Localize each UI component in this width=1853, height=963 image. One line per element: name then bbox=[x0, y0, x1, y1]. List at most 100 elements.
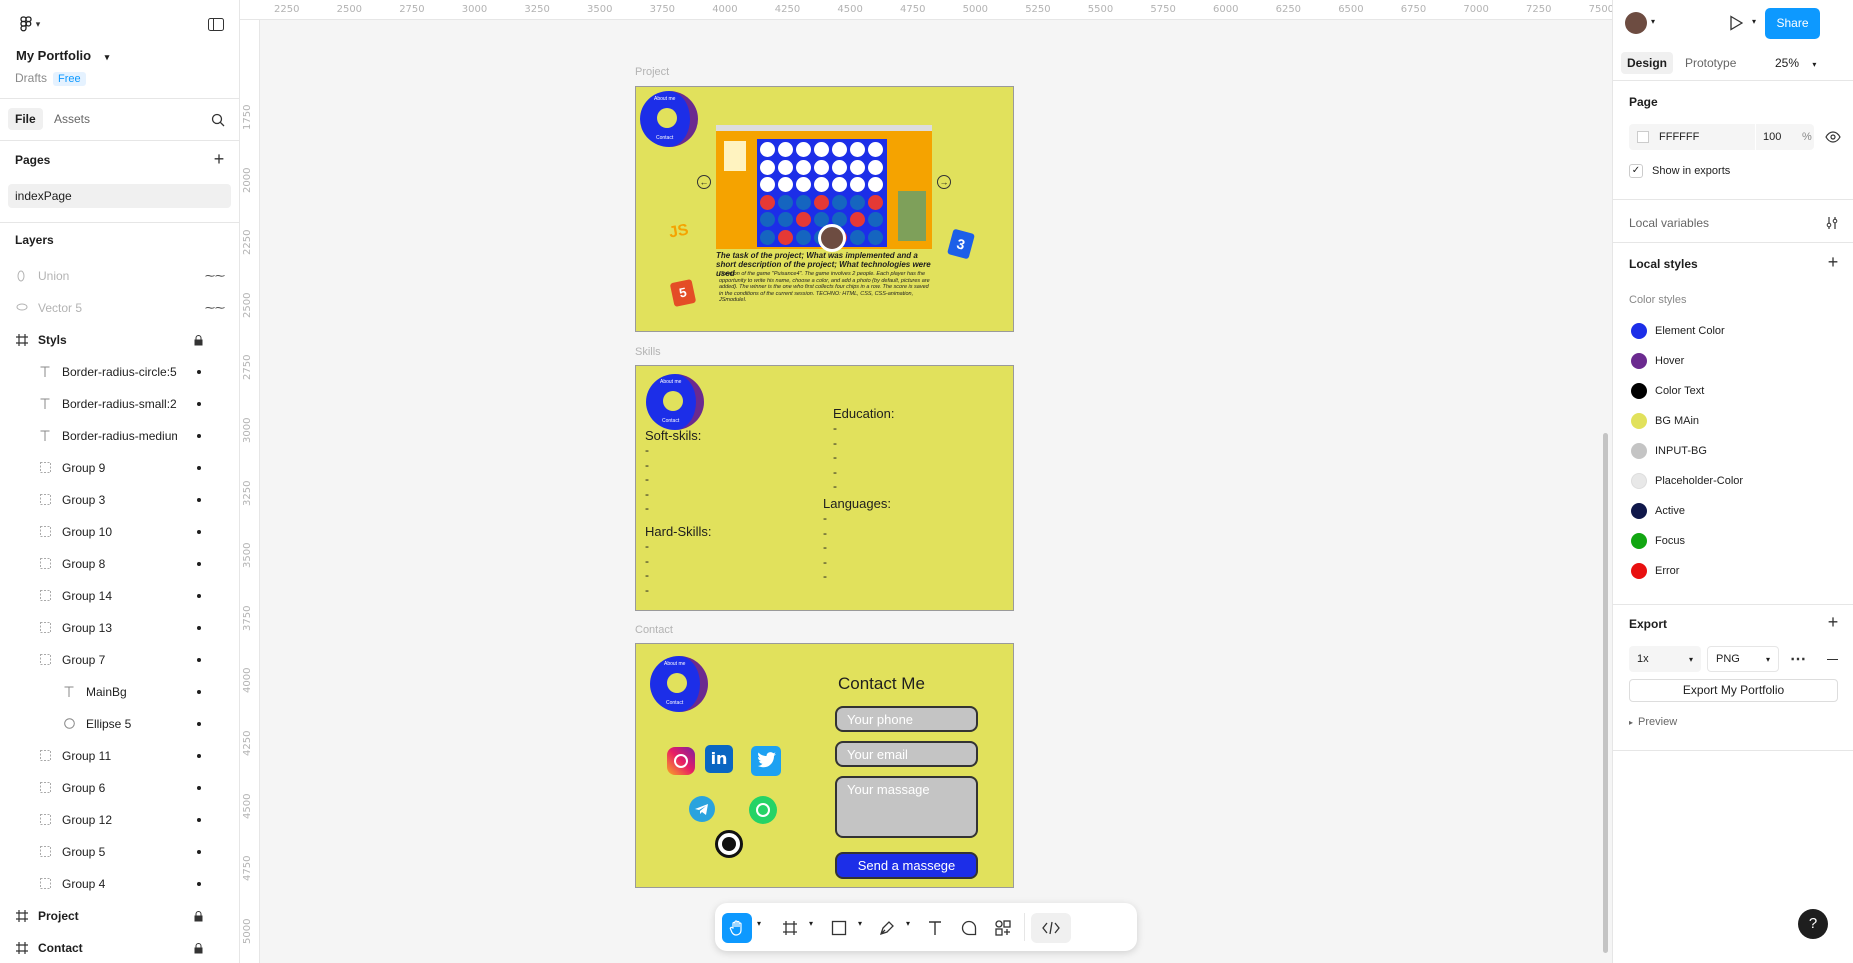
layer-item[interactable]: Group 3 bbox=[0, 484, 239, 516]
layer-item[interactable]: Group 10 bbox=[0, 516, 239, 548]
chevron-down-icon[interactable]: ▾ bbox=[1752, 17, 1756, 26]
visibility-dot-icon[interactable] bbox=[197, 530, 201, 534]
layer-item[interactable]: Group 13 bbox=[0, 612, 239, 644]
visibility-dot-icon[interactable] bbox=[197, 562, 201, 566]
color-style-item[interactable]: Hover bbox=[1613, 346, 1853, 376]
comment-tool-button[interactable] bbox=[954, 913, 984, 943]
visibility-toggle[interactable] bbox=[1824, 129, 1842, 145]
frame-label-project[interactable]: Project bbox=[635, 66, 669, 78]
chevron-down-icon[interactable]: ▾ bbox=[809, 919, 813, 928]
color-style-item[interactable]: Focus bbox=[1613, 526, 1853, 556]
lock-icon[interactable] bbox=[194, 910, 203, 922]
toggle-sidebar-button[interactable] bbox=[204, 14, 228, 34]
nav-circle[interactable]: About me Contact bbox=[640, 91, 698, 147]
export-button[interactable]: Export My Portfolio bbox=[1629, 679, 1838, 702]
color-style-item[interactable]: Error bbox=[1613, 556, 1853, 586]
hidden-eye-icon[interactable]: ⁓⁓ bbox=[205, 271, 225, 282]
color-style-item[interactable]: Element Color bbox=[1613, 316, 1853, 346]
remove-export-button[interactable] bbox=[1821, 648, 1843, 670]
frame-contact[interactable]: About me Contact in Contact Me Your phon… bbox=[635, 643, 1014, 888]
color-style-item[interactable]: INPUT-BG bbox=[1613, 436, 1853, 466]
layer-item[interactable]: Border-radius-small:20p bbox=[0, 388, 239, 420]
tab-prototype[interactable]: Prototype bbox=[1685, 56, 1736, 70]
chevron-down-icon[interactable]: ▾ bbox=[1651, 17, 1655, 26]
present-button[interactable] bbox=[1726, 13, 1746, 33]
canvas[interactable]: 2250 2500 2750 3000 3250 3500 3750 4000 4250 4500… bbox=[240, 0, 1612, 963]
layer-item[interactable]: Group 12 bbox=[0, 804, 239, 836]
lock-icon[interactable] bbox=[194, 942, 203, 954]
layer-item[interactable]: Vector 5 ⁓⁓ bbox=[0, 292, 239, 324]
text-tool-button[interactable] bbox=[920, 913, 950, 943]
share-button[interactable]: Share bbox=[1765, 8, 1820, 39]
visibility-dot-icon[interactable] bbox=[197, 594, 201, 598]
visibility-dot-icon[interactable] bbox=[197, 690, 201, 694]
telegram-icon[interactable] bbox=[689, 796, 715, 822]
drafts-link[interactable]: Drafts bbox=[15, 71, 47, 85]
page-opacity-value[interactable]: 100 bbox=[1763, 131, 1781, 143]
color-style-item[interactable]: Color Text bbox=[1613, 376, 1853, 406]
instagram-icon[interactable] bbox=[667, 747, 695, 775]
nav-contact[interactable]: Contact bbox=[656, 135, 673, 141]
layer-item[interactable]: Group 14 bbox=[0, 580, 239, 612]
layer-item[interactable]: Ellipse 5 bbox=[0, 708, 239, 740]
page-item-indexpage[interactable]: indexPage bbox=[8, 184, 231, 208]
tab-assets[interactable]: Assets bbox=[54, 112, 90, 126]
pen-tool-button[interactable] bbox=[872, 913, 902, 943]
layer-item[interactable]: Border-radius-circle:50% bbox=[0, 356, 239, 388]
canvas-scrollbar[interactable] bbox=[1603, 433, 1608, 953]
email-field[interactable]: Your email bbox=[835, 741, 978, 767]
user-avatar[interactable] bbox=[1625, 12, 1647, 34]
send-button[interactable]: Send a massege bbox=[835, 852, 978, 879]
layer-item[interactable]: Contact bbox=[0, 932, 239, 963]
add-export-button[interactable]: + bbox=[1824, 612, 1842, 632]
visibility-dot-icon[interactable] bbox=[197, 498, 201, 502]
carousel-prev-icon[interactable]: ← bbox=[697, 175, 711, 189]
visibility-dot-icon[interactable] bbox=[197, 754, 201, 758]
visibility-dot-icon[interactable] bbox=[197, 786, 201, 790]
message-field[interactable]: Your massage bbox=[835, 776, 978, 838]
help-button[interactable]: ? bbox=[1798, 909, 1828, 939]
page-color-field[interactable]: FFFFFF 100 % bbox=[1629, 124, 1814, 150]
tab-design[interactable]: Design bbox=[1621, 52, 1674, 74]
layer-item[interactable]: Group 9 bbox=[0, 452, 239, 484]
twitter-icon[interactable] bbox=[751, 746, 781, 776]
layer-item[interactable]: Group 4 bbox=[0, 868, 239, 900]
visibility-dot-icon[interactable] bbox=[197, 818, 201, 822]
layer-item[interactable]: Group 6 bbox=[0, 772, 239, 804]
visibility-dot-icon[interactable] bbox=[197, 434, 201, 438]
search-button[interactable] bbox=[208, 110, 228, 130]
export-scale-select[interactable]: 1x ▾ bbox=[1629, 646, 1701, 672]
show-in-exports-checkbox[interactable]: ✓ bbox=[1629, 164, 1643, 178]
phone-field[interactable]: Your phone bbox=[835, 706, 978, 732]
add-page-button[interactable]: + bbox=[210, 149, 228, 169]
nav-about[interactable]: About me bbox=[664, 661, 685, 667]
chevron-down-icon[interactable]: ▾ bbox=[906, 919, 910, 928]
visibility-dot-icon[interactable] bbox=[197, 722, 201, 726]
nav-circle[interactable]: About me Contact bbox=[650, 656, 708, 712]
chevron-down-icon[interactable]: ▾ bbox=[858, 919, 862, 928]
carousel-next-icon[interactable]: → bbox=[937, 175, 951, 189]
frame-label-skills[interactable]: Skills bbox=[635, 346, 661, 358]
color-style-item[interactable]: Active bbox=[1613, 496, 1853, 526]
tab-file[interactable]: File bbox=[8, 108, 43, 130]
linkedin-icon[interactable]: in bbox=[705, 745, 733, 773]
dev-mode-toggle[interactable] bbox=[1031, 913, 1071, 943]
add-style-button[interactable]: + bbox=[1824, 252, 1842, 272]
layer-item[interactable]: Group 11 bbox=[0, 740, 239, 772]
visibility-dot-icon[interactable] bbox=[197, 370, 201, 374]
nav-circle[interactable]: About me Contact bbox=[646, 374, 704, 430]
whatsapp-icon[interactable] bbox=[749, 796, 777, 824]
layer-item[interactable]: Project bbox=[0, 900, 239, 932]
github-icon[interactable] bbox=[715, 830, 743, 858]
lock-icon[interactable] bbox=[194, 334, 203, 346]
frame-project[interactable]: About me Contact ← → JS 3 5 The task of … bbox=[635, 86, 1014, 332]
layer-item[interactable]: Group 7 bbox=[0, 644, 239, 676]
nav-about[interactable]: About me bbox=[654, 96, 675, 102]
visibility-dot-icon[interactable] bbox=[197, 626, 201, 630]
visibility-dot-icon[interactable] bbox=[197, 466, 201, 470]
nav-contact[interactable]: Contact bbox=[666, 700, 683, 706]
visibility-dot-icon[interactable] bbox=[197, 402, 201, 406]
variables-settings-button[interactable] bbox=[1823, 214, 1841, 232]
frame-label-contact[interactable]: Contact bbox=[635, 624, 673, 636]
nav-contact[interactable]: Contact bbox=[662, 418, 679, 424]
